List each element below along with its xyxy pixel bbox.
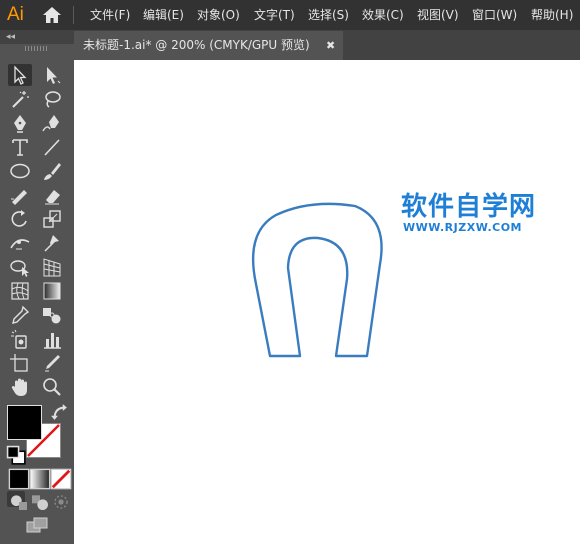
watermark-url: WWW.RJZXW.COM bbox=[403, 221, 522, 234]
drawn-arch-path[interactable] bbox=[0, 0, 580, 544]
watermark-title: 软件自学网 bbox=[401, 192, 537, 222]
